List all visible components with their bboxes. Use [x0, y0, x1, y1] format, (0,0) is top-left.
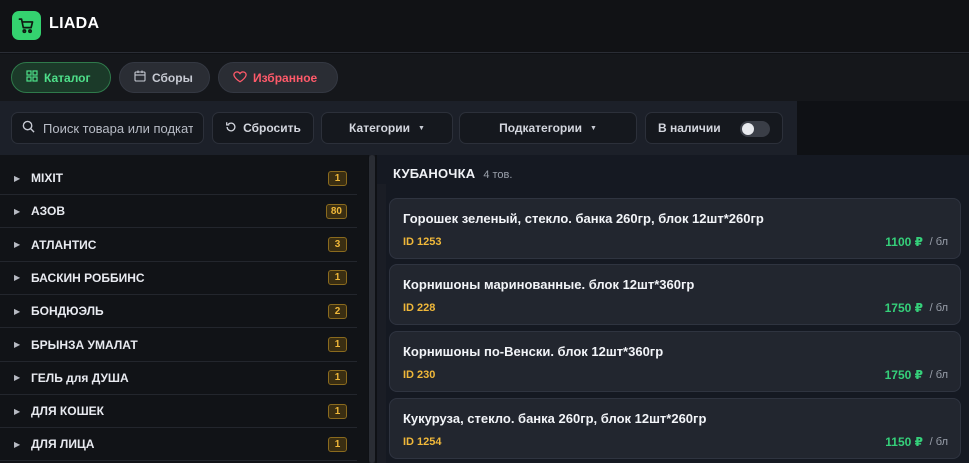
caret-right-icon: ▶ — [14, 373, 21, 383]
count-badge: 1 — [328, 403, 347, 419]
count-badge: 1 — [328, 370, 347, 386]
count-badge: 1 — [328, 170, 347, 186]
caret-right-icon: ▶ — [14, 273, 21, 283]
calendar-icon — [134, 70, 146, 85]
product-card[interactable]: Корнишоны маринованные. блок 12шт*360гр I… — [389, 264, 961, 325]
sidebar-item[interactable]: ▶ БОНДЮЭЛЬ 2 — [0, 295, 357, 329]
product-name: Горошек зеленый, стекло. банка 260гр, бл… — [403, 211, 764, 226]
product-card[interactable]: Корнишоны по-Венски. блок 12шт*360гр ID 2… — [389, 331, 961, 392]
subcategories-dropdown[interactable]: Подкатегории ▼ — [459, 112, 637, 144]
chevron-down-icon: ▼ — [589, 124, 597, 132]
chevron-down-icon: ▼ — [418, 124, 425, 132]
categories-label: Категории — [349, 121, 410, 135]
category-sidebar: ▶ MIXIT 1 ▶ АЗОВ 80 ▶ АТЛАНТИС 3 ▶ БАСКИН РОББИНС 1… — [0, 155, 368, 463]
sidebar-item[interactable]: ▶ ГЕЛЬ для ДУША 1 — [0, 362, 357, 395]
caret-right-icon: ▶ — [14, 340, 21, 349]
count-badge: 3 — [328, 237, 347, 253]
refresh-icon — [225, 121, 237, 136]
caret-right-icon: ▶ — [14, 173, 21, 183]
toggle-knob — [742, 123, 754, 135]
caret-right-icon: ▶ — [14, 439, 21, 449]
product-unit: / бл — [929, 436, 948, 448]
count-badge: 2 — [328, 303, 347, 319]
subcategories-label: Подкатегории — [499, 121, 582, 135]
product-unit: / бл — [929, 236, 948, 248]
product-scrollbar[interactable] — [377, 184, 386, 463]
in-stock-toggle[interactable] — [740, 121, 770, 137]
sidebar-item-label: MIXIT — [31, 171, 63, 185]
caret-right-icon: ▶ — [14, 406, 21, 416]
product-unit: / бл — [929, 369, 948, 381]
sidebar-item-label: ДЛЯ ЛИЦА — [31, 437, 95, 452]
reset-label: Сбросить — [243, 121, 301, 135]
product-id: ID 1254 — [403, 436, 442, 448]
brand-name[interactable]: LIADA — [49, 15, 99, 33]
filter-bar: Сбросить Категории ▼ Подкатегории ▼ В на… — [0, 101, 797, 155]
product-price: 1150 ₽ — [885, 435, 923, 449]
sidebar-item-label: ГЕЛЬ для ДУША — [31, 370, 129, 385]
product-name: Кукуруза, стекло. банка 260гр, блок 12шт… — [403, 411, 707, 426]
count-badge: 80 — [325, 203, 347, 219]
categories-dropdown[interactable]: Категории ▼ — [321, 112, 453, 144]
sidebar-item-label: АЗОВ — [31, 204, 66, 219]
search-field[interactable] — [11, 112, 204, 144]
product-price: 1750 ₽ — [884, 301, 923, 315]
section-header: КУБАНОЧКА 4 тов. — [393, 166, 512, 181]
product-name: Корнишоны маринованные. блок 12шт*360гр — [403, 277, 695, 292]
caret-right-icon: ▶ — [14, 306, 21, 316]
in-stock-label: В наличии — [658, 121, 721, 135]
tab-catalog-label: Каталог — [44, 70, 91, 85]
tab-favorites-label: Избранное — [253, 70, 318, 85]
product-id: ID 1253 — [403, 236, 442, 248]
sidebar-item[interactable]: ▶ АТЛАНТИС 3 — [0, 229, 357, 262]
product-price: 1750 ₽ — [884, 368, 923, 382]
sidebar-item[interactable]: ▶ БАСКИН РОББИНС 1 — [0, 262, 357, 295]
sidebar-item-label: БРЫНЗА УМАЛАТ — [31, 337, 138, 352]
caret-right-icon: ▶ — [14, 206, 21, 216]
section-title: КУБАНОЧКА — [393, 166, 476, 181]
sidebar-item-label: БАСКИН РОББИНС — [31, 270, 145, 285]
sidebar-scrollbar-thumb[interactable] — [369, 155, 375, 463]
product-id: ID 230 — [403, 369, 436, 381]
sidebar-item[interactable]: ▶ ДЛЯ ЛИЦА 1 — [0, 428, 357, 462]
search-input[interactable] — [43, 120, 193, 136]
grid-icon — [26, 70, 38, 85]
count-badge: 1 — [328, 270, 347, 286]
tab-sbory-label: Сборы — [152, 70, 193, 85]
product-card[interactable]: Горошек зеленый, стекло. банка 260гр, бл… — [389, 198, 961, 259]
count-badge: 1 — [328, 337, 347, 352]
in-stock-filter[interactable]: В наличии — [645, 112, 783, 144]
sidebar-scrollbar[interactable] — [369, 155, 375, 463]
sidebar-item[interactable]: ▶ ДЛЯ КОШЕК 1 — [0, 395, 357, 429]
cart-icon[interactable] — [12, 11, 41, 40]
caret-right-icon: ▶ — [14, 240, 21, 250]
nav-bar: Каталог Сборы Избранное — [0, 54, 969, 101]
product-unit: / бл — [929, 302, 948, 314]
reset-button[interactable]: Сбросить — [212, 112, 314, 144]
tab-favorites[interactable]: Избранное — [218, 62, 338, 93]
tab-sbory[interactable]: Сборы — [119, 62, 210, 93]
top-bar: LIADA — [0, 0, 969, 53]
section-count: 4 тов. — [483, 169, 513, 181]
product-name: Корнишоны по-Венски. блок 12шт*360гр — [403, 344, 664, 359]
filter-bar-spacer — [797, 101, 969, 155]
sidebar-item-label: БОНДЮЭЛЬ — [31, 304, 104, 319]
sidebar-item-label: ДЛЯ КОШЕК — [31, 404, 104, 419]
tab-catalog[interactable]: Каталог — [11, 62, 111, 93]
sidebar-item[interactable]: ▶ MIXIT 1 — [0, 162, 357, 195]
heart-icon — [233, 70, 247, 86]
product-price: 1100 ₽ — [885, 235, 923, 249]
sidebar-item[interactable]: ▶ БРЫНЗА УМАЛАТ 1 — [0, 329, 357, 362]
count-badge: 1 — [328, 436, 347, 452]
product-card[interactable]: Кукуруза, стекло. банка 260гр, блок 12шт… — [389, 398, 961, 459]
sidebar-item[interactable]: ▶ АЗОВ 80 — [0, 195, 357, 229]
product-id: ID 228 — [403, 302, 436, 314]
sidebar-item-label: АТЛАНТИС — [31, 237, 97, 252]
search-icon — [22, 120, 35, 136]
